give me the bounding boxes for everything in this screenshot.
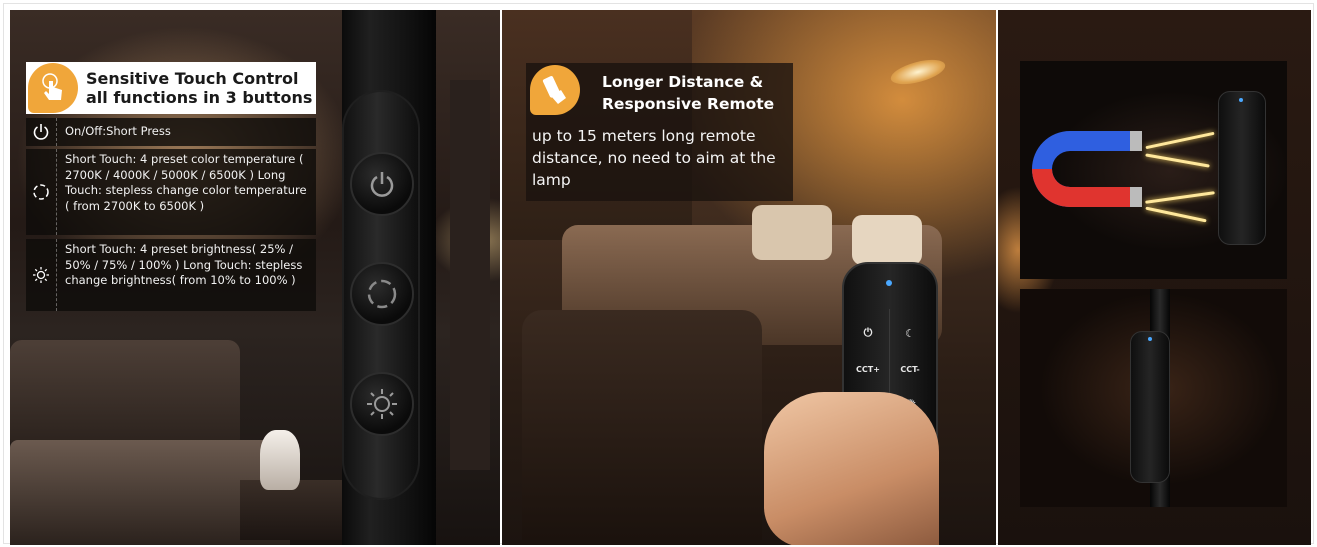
power-touch-button [350,152,414,216]
remote-title-line-1: Longer Distance & [602,73,764,91]
brightness-row-text: Short Touch: 4 preset brightness( 25% / … [65,242,303,287]
touch-control-title: Sensitive Touch Control all functions in… [26,62,316,114]
hand-holding-remote [764,392,939,545]
remote-hand-icon [530,65,580,115]
cushion [852,215,922,265]
horseshoe-magnet-icon [1032,131,1142,207]
title-line-1: Sensitive Touch Control [86,69,299,88]
cushion [752,205,832,260]
remote-distance-panel: Longer Distance & Responsive Remote up t… [502,10,996,545]
lightning-bolt [1145,206,1207,223]
remote-on-pole-image [1020,289,1287,507]
indicator-led [886,280,892,286]
color-temperature-touch-button [350,262,414,326]
touch-control-bar [342,90,420,500]
lightning-bolt [1145,153,1210,168]
magnetic-mount-panel [998,10,1311,545]
armchair-background [10,340,240,450]
remote-control-side [1218,91,1266,245]
brightness-touch-button [350,372,414,436]
brightness-icon [367,389,397,419]
color-temperature-row-text: Short Touch: 4 preset color temperature … [65,152,307,213]
floor-lamp-head [888,55,948,89]
lightning-bolt [1145,131,1215,150]
brightness-row: Short Touch: 4 preset brightness( 25% / … [26,239,316,311]
color-temperature-icon [367,279,397,309]
remote-power-button: ⏻ [863,326,873,339]
power-icon [370,172,394,197]
color-temperature-icon [26,149,57,235]
remote-mounted-on-pole [1130,331,1170,483]
color-temperature-row: Short Touch: 4 preset color temperature … [26,149,316,235]
brightness-icon [26,239,57,311]
remote-cct-up-button: CCT+ [856,364,880,374]
remote-cct-down-button: CCT- [900,364,920,374]
white-vase [260,430,300,490]
door-background [450,80,490,470]
touch-control-panel: Sensitive Touch Control all functions in… [10,10,500,545]
remote-title-line-2: Responsive Remote [602,95,775,113]
armchair [522,310,762,540]
power-row: On/Off:Short Press [26,118,316,146]
touch-hand-icon [28,63,78,113]
remote-info-box: Longer Distance & Responsive Remote up t… [526,63,793,201]
remote-description: up to 15 meters long remote distance, no… [532,127,776,189]
magnet-attraction-image [1020,61,1287,279]
power-icon [26,118,57,146]
lightning-bolt [1145,191,1215,204]
remote-night-button: ☾ [905,326,915,340]
power-row-text: On/Off:Short Press [65,124,171,138]
title-line-2: all functions in 3 buttons [86,88,313,107]
